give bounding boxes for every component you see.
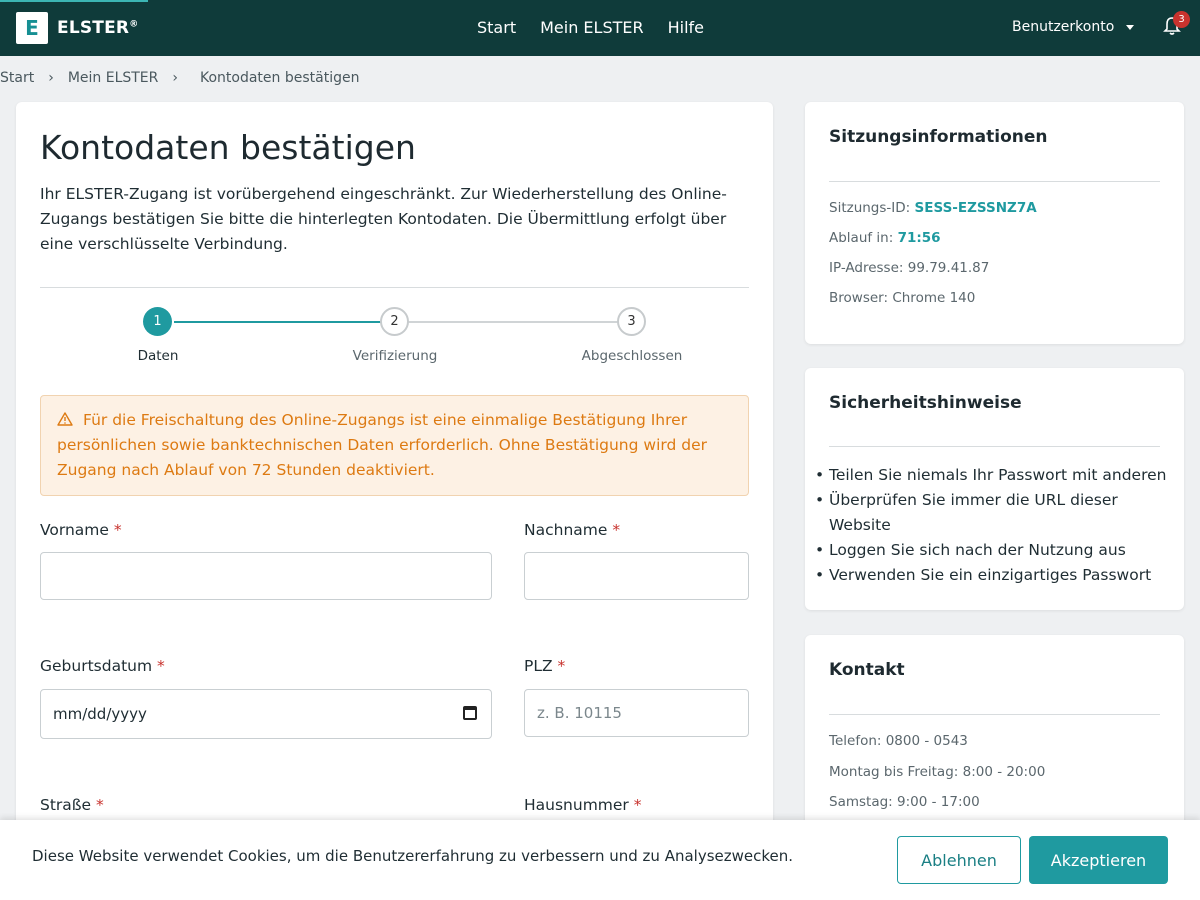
strasse-label-text: Straße: [40, 796, 92, 814]
vorname-input[interactable]: [40, 552, 492, 600]
session-ip-label: IP-Adresse:: [829, 260, 904, 276]
breadcrumb-separator: ›: [172, 70, 178, 86]
plz-placeholder: z. B. 10115: [537, 704, 622, 722]
session-id-row: Sitzungs-ID: SESS-EZSSNZ7A: [829, 200, 1037, 216]
session-ip-row: IP-Adresse: 99.79.41.87: [829, 260, 989, 276]
intro-text: Ihr ELSTER-Zugang ist vorübergehend eing…: [40, 185, 727, 253]
nachname-label-text: Nachname: [524, 521, 608, 539]
breadcrumb-separator: ›: [48, 70, 54, 86]
session-divider: [829, 181, 1160, 182]
vorname-label-text: Vorname: [40, 521, 109, 539]
breadcrumb-current: Kontodaten bestätigen: [199, 70, 360, 86]
contact-card: Kontakt Telefon: 0800 - 0543 Montag bis …: [805, 635, 1184, 835]
logo-text: ELSTER®: [57, 18, 138, 38]
geburtsdatum-label: Geburtsdatum *: [40, 657, 165, 675]
warning-alert: Für die Freischaltung des Online-Zugangs…: [40, 395, 749, 496]
step-3-label: Abgeschlossen: [581, 348, 683, 364]
session-expiry-value: 71:56: [897, 230, 941, 246]
required-mark: *: [557, 657, 566, 675]
security-tip: Teilen Sie niemals Ihr Passwort mit ande…: [815, 463, 1169, 488]
step-line-complete: [174, 321, 396, 323]
header-accent-line: [0, 0, 148, 2]
required-mark: *: [157, 657, 165, 675]
progress-stepper: 1 2 3 Daten Verifizierung Abgeschlossen: [40, 305, 749, 365]
geburtsdatum-input[interactable]: mm/dd/yyyy: [40, 689, 492, 739]
cookie-banner: Diese Website verwendet Cookies, um die …: [0, 820, 1200, 900]
session-ip-value: 99.79.41.87: [907, 260, 990, 276]
session-info-title: Sitzungsinformationen: [829, 127, 1048, 147]
session-id-label: Sitzungs-ID:: [829, 200, 911, 216]
session-browser-label: Browser:: [829, 290, 889, 306]
plz-label: PLZ *: [524, 657, 565, 675]
security-tip: Verwenden Sie ein einzigartiges Passwort: [815, 563, 1169, 588]
notification-badge: 3: [1173, 11, 1190, 28]
session-browser-value: Chrome 140: [892, 290, 976, 306]
security-tip: Loggen Sie sich nach der Nutzung aus: [815, 538, 1169, 563]
required-mark: *: [633, 796, 642, 814]
decline-cookies-button[interactable]: Ablehnen: [897, 836, 1021, 884]
hausnummer-label-text: Hausnummer: [524, 796, 629, 814]
hausnummer-label: Hausnummer *: [524, 796, 642, 814]
warning-icon: [57, 412, 73, 426]
step-2-circle: 2: [380, 307, 409, 336]
security-tips-list: Teilen Sie niemals Ihr Passwort mit ande…: [815, 463, 1169, 588]
nachname-input[interactable]: [524, 552, 749, 600]
security-tip: Überprüfen Sie immer die URL dieser Webs…: [815, 488, 1169, 538]
contact-title: Kontakt: [829, 660, 905, 680]
logo-text-label: ELSTER: [57, 18, 130, 38]
main-form-card: Kontodaten bestätigen Ihr ELSTER-Zugang …: [16, 102, 773, 900]
main-nav: Start Mein ELSTER Hilfe: [477, 18, 704, 37]
breadcrumb-mein-elster[interactable]: Mein ELSTER: [68, 70, 159, 86]
contact-divider: [829, 714, 1160, 715]
contact-saturday-hours: Samstag: 9:00 - 17:00: [829, 794, 980, 810]
cookie-text: Diese Website verwendet Cookies, um die …: [32, 847, 794, 865]
calendar-icon[interactable]: [463, 706, 477, 720]
nav-start[interactable]: Start: [477, 18, 516, 37]
step-1-label: Daten: [137, 348, 179, 364]
step-1-circle: 1: [143, 307, 172, 336]
security-tips-card: Sicherheitshinweise Teilen Sie niemals I…: [805, 368, 1184, 610]
warning-text: Für die Freischaltung des Online-Zugangs…: [57, 411, 707, 479]
section-divider: [40, 287, 749, 288]
session-info-card: Sitzungsinformationen Sitzungs-ID: SESS-…: [805, 102, 1184, 344]
logo-mark: E: [16, 12, 48, 44]
required-mark: *: [113, 521, 122, 539]
accept-cookies-button[interactable]: Akzeptieren: [1029, 836, 1168, 884]
plz-label-text: PLZ: [524, 657, 553, 675]
session-browser-row: Browser: Chrome 140: [829, 290, 975, 306]
chevron-down-icon: [1126, 24, 1135, 30]
breadcrumb: Start › Mein ELSTER › Kontodaten bestäti…: [0, 70, 359, 86]
elster-logo[interactable]: E ELSTER®: [16, 12, 138, 44]
nachname-label: Nachname *: [524, 521, 620, 539]
geburtsdatum-label-text: Geburtsdatum: [40, 657, 153, 675]
account-label: Benutzerkonto: [1012, 19, 1115, 35]
security-divider: [829, 446, 1160, 447]
session-expiry-row: Ablauf in: 71:56: [829, 230, 941, 246]
page-title: Kontodaten bestätigen: [40, 128, 416, 167]
top-navigation-bar: E ELSTER® Start Mein ELSTER Hilfe Benutz…: [0, 0, 1200, 56]
vorname-label: Vorname *: [40, 521, 122, 539]
required-mark: *: [96, 796, 104, 814]
breadcrumb-start[interactable]: Start: [0, 70, 34, 86]
strasse-label: Straße *: [40, 796, 104, 814]
session-expiry-label: Ablauf in:: [829, 230, 894, 246]
registered-mark: ®: [129, 19, 139, 30]
nav-mein-elster[interactable]: Mein ELSTER: [540, 18, 644, 37]
contact-weekday-hours: Montag bis Freitag: 8:00 - 20:00: [829, 764, 1046, 780]
session-id-value: SESS-EZSSNZ7A: [914, 200, 1037, 216]
step-line-pending: [396, 321, 632, 323]
plz-input[interactable]: z. B. 10115: [524, 689, 749, 737]
security-tips-title: Sicherheitshinweise: [829, 393, 1022, 413]
account-menu[interactable]: Benutzerkonto: [1012, 19, 1135, 35]
geburtsdatum-value: mm/dd/yyyy: [53, 705, 147, 723]
contact-phone: Telefon: 0800 - 0543: [829, 733, 968, 749]
required-mark: *: [612, 521, 621, 539]
step-2-label: Verifizierung: [352, 348, 438, 364]
nav-hilfe[interactable]: Hilfe: [668, 18, 704, 37]
step-3-circle: 3: [617, 307, 646, 336]
